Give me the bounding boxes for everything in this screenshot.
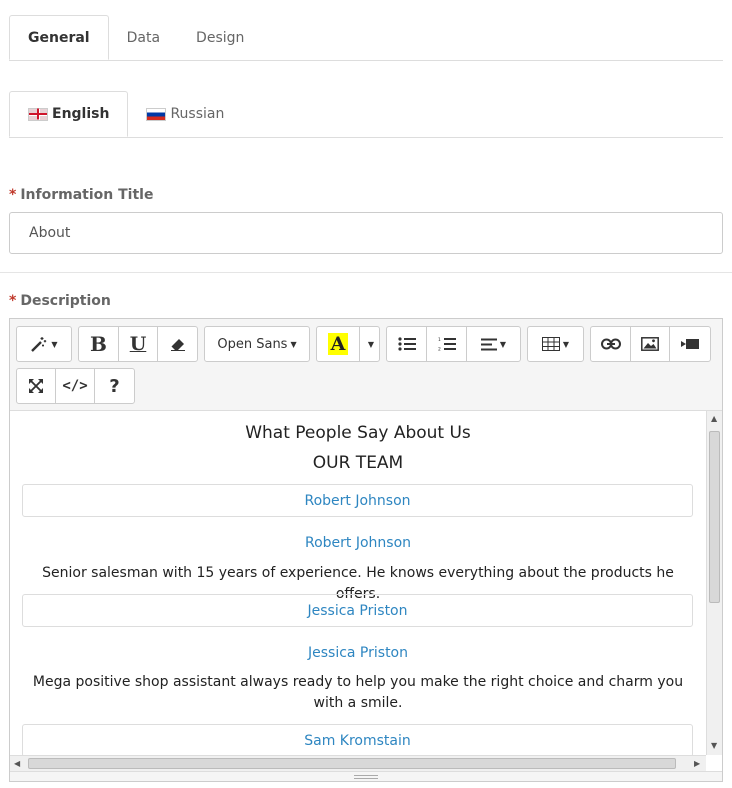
member-card-header: Sam Kromstain (22, 724, 693, 755)
horizontal-scroll-thumb[interactable] (28, 758, 676, 769)
insert-video-button[interactable] (670, 327, 710, 361)
divider (0, 272, 732, 273)
tab-russian-label: Russian (170, 106, 225, 122)
insert-link-button[interactable] (591, 327, 631, 361)
bold-button[interactable]: B (79, 327, 119, 361)
member-description: Mega positive shop assistant always read… (32, 674, 684, 711)
member-card-header: Robert Johnson (22, 484, 693, 517)
view-group: </> ? (16, 368, 135, 404)
horizontal-scrollbar[interactable]: ◀ ▶ (10, 755, 706, 771)
tab-russian[interactable]: Russian (128, 91, 242, 137)
required-mark: * (9, 293, 17, 309)
information-title-label: * Information Title (9, 187, 153, 203)
help-button[interactable]: ? (95, 369, 134, 403)
russia-flag-icon (146, 107, 167, 121)
image-icon (641, 337, 659, 351)
font-family-label: Open Sans (217, 336, 288, 352)
svg-text:2: 2 (438, 347, 441, 352)
content-subheading: OUR TEAM (312, 453, 404, 473)
member-name: Jessica Priston (307, 645, 408, 661)
highlight-a-icon: A (327, 333, 349, 355)
tab-design[interactable]: Design (178, 15, 262, 60)
scroll-up-icon[interactable]: ▲ (711, 414, 717, 423)
scroll-right-icon[interactable]: ▶ (694, 759, 700, 768)
table-icon (541, 337, 560, 351)
magic-wand-icon (31, 337, 47, 352)
fullscreen-button[interactable] (17, 369, 56, 403)
color-dropdown-button[interactable]: ▼ (360, 327, 379, 361)
information-title-text: Information Title (20, 187, 154, 203)
resize-grip-icon (354, 775, 378, 779)
description-label: * Description (9, 293, 111, 309)
fullscreen-icon (29, 379, 43, 393)
ordered-list-button[interactable]: 12 (427, 327, 467, 361)
chevron-down-icon: ▼ (367, 339, 375, 349)
tab-english[interactable]: English (9, 91, 129, 137)
uk-flag-icon (28, 107, 48, 121)
tab-general[interactable]: General (9, 15, 109, 60)
text-color-button[interactable]: A (317, 327, 360, 361)
scroll-down-icon[interactable]: ▼ (711, 741, 717, 750)
tab-data[interactable]: Data (109, 15, 178, 60)
insert-image-button[interactable] (631, 327, 670, 361)
svg-text:1: 1 (438, 337, 441, 343)
text-format-group: B U (78, 326, 198, 362)
editor-content[interactable]: What People Say About Us OUR TEAM Robert… (10, 411, 706, 755)
underline-button[interactable]: U (119, 327, 158, 361)
link-icon (600, 338, 621, 350)
editor-resize-handle[interactable] (10, 771, 722, 781)
rich-text-editor: ▼ B U Open Sans ▼ A ▼ 1 2 ▼ ▼ </> ? What… (9, 318, 723, 782)
style-group: ▼ (16, 326, 72, 362)
member-name: Robert Johnson (304, 535, 412, 551)
font-family-dropdown[interactable]: Open Sans ▼ (205, 327, 309, 361)
member-card-header: Jessica Priston (22, 594, 693, 627)
code-view-button[interactable]: </> (56, 369, 95, 403)
language-tabs: English Russian (9, 91, 723, 138)
description-text: Description (20, 293, 111, 309)
tab-english-label: English (52, 106, 110, 122)
color-group: A ▼ (316, 326, 380, 362)
unordered-list-button[interactable] (387, 327, 427, 361)
clear-format-button[interactable] (158, 327, 197, 361)
align-left-icon (480, 338, 497, 350)
main-tabs: General Data Design (9, 15, 723, 61)
scroll-left-icon[interactable]: ◀ (14, 759, 20, 768)
insert-group (590, 326, 711, 362)
content-heading: What People Say About Us (245, 423, 471, 443)
vertical-scroll-thumb[interactable] (709, 431, 720, 603)
insert-table-button[interactable]: ▼ (528, 327, 583, 361)
video-icon (681, 339, 699, 349)
bullet-list-icon (397, 337, 416, 351)
eraser-icon (170, 339, 185, 351)
font-group: Open Sans ▼ (204, 326, 310, 362)
required-mark: * (9, 187, 17, 203)
table-group: ▼ (527, 326, 584, 362)
editor-toolbar: ▼ B U Open Sans ▼ A ▼ 1 2 ▼ ▼ </> ? (10, 319, 722, 411)
information-title-input[interactable]: About (9, 212, 723, 254)
numbered-list-icon: 12 (438, 337, 456, 351)
style-dropdown-button[interactable]: ▼ (17, 327, 71, 361)
paragraph-group: 12 ▼ (386, 326, 521, 362)
align-dropdown-button[interactable]: ▼ (467, 327, 520, 361)
vertical-scrollbar[interactable]: ▲ ▼ (706, 411, 722, 755)
